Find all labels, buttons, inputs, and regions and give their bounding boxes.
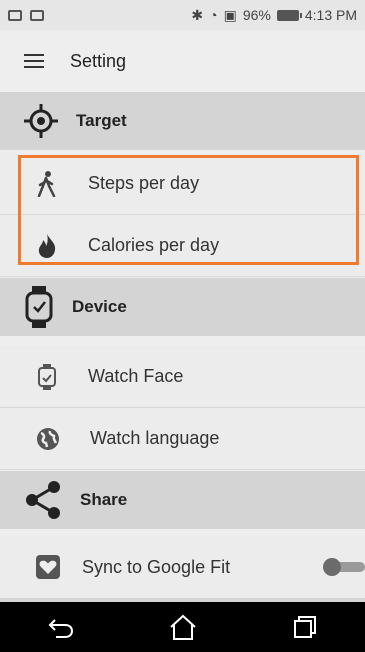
battery-saver-icon: ▣ xyxy=(223,6,237,23)
sync-toggle[interactable] xyxy=(323,558,365,576)
bluetooth-icon: ✱ xyxy=(191,6,204,23)
toggle-knob xyxy=(323,558,341,576)
home-icon[interactable] xyxy=(169,614,197,640)
section-header-share: Share xyxy=(0,471,365,529)
section-label: Share xyxy=(80,490,128,509)
item-label: Calories per day xyxy=(88,235,220,255)
status-bar: ✱ ◔ ▣ 96% 4:13 PM xyxy=(0,0,365,30)
section-label: Target xyxy=(76,111,127,130)
app-bar: Setting xyxy=(0,30,365,92)
item-label: Watch Face xyxy=(88,366,184,386)
crosshair-icon xyxy=(24,104,58,138)
section-header-target: Target xyxy=(0,92,365,150)
globe-icon xyxy=(37,427,59,450)
back-icon[interactable] xyxy=(48,616,74,638)
page-title: Setting xyxy=(70,50,127,71)
section-label: Device xyxy=(72,297,127,316)
watch-face-item[interactable]: Watch Face xyxy=(0,346,365,408)
smartwatch-icon xyxy=(25,286,53,328)
heart-icon xyxy=(36,555,60,579)
item-label: Watch language xyxy=(90,428,220,448)
clock: 4:13 PM xyxy=(304,7,357,23)
share-icon xyxy=(26,481,60,519)
steps-per-day-item[interactable]: Steps per day xyxy=(0,153,365,215)
watch-language-item[interactable]: Watch language xyxy=(0,408,365,470)
walking-icon xyxy=(37,170,56,197)
calories-per-day-item[interactable]: Calories per day xyxy=(0,215,365,277)
hamburger-menu-icon[interactable] xyxy=(24,54,44,68)
battery-icon xyxy=(276,9,302,21)
sync-google-fit-item[interactable]: Sync to Google Fit xyxy=(0,536,365,598)
item-label: Sync to Google Fit xyxy=(82,556,231,577)
photo-notification-icon xyxy=(30,9,44,21)
item-label: Steps per day xyxy=(88,173,200,193)
battery-percent: 96% xyxy=(242,7,271,23)
recent-apps-icon[interactable] xyxy=(293,615,317,639)
navigation-bar xyxy=(0,602,365,652)
image-notification-icon xyxy=(8,9,22,21)
section-header-device: Device xyxy=(0,278,365,336)
wifi-icon: ◔ xyxy=(209,7,218,23)
flame-icon xyxy=(38,233,56,258)
watch-face-icon xyxy=(38,363,56,390)
